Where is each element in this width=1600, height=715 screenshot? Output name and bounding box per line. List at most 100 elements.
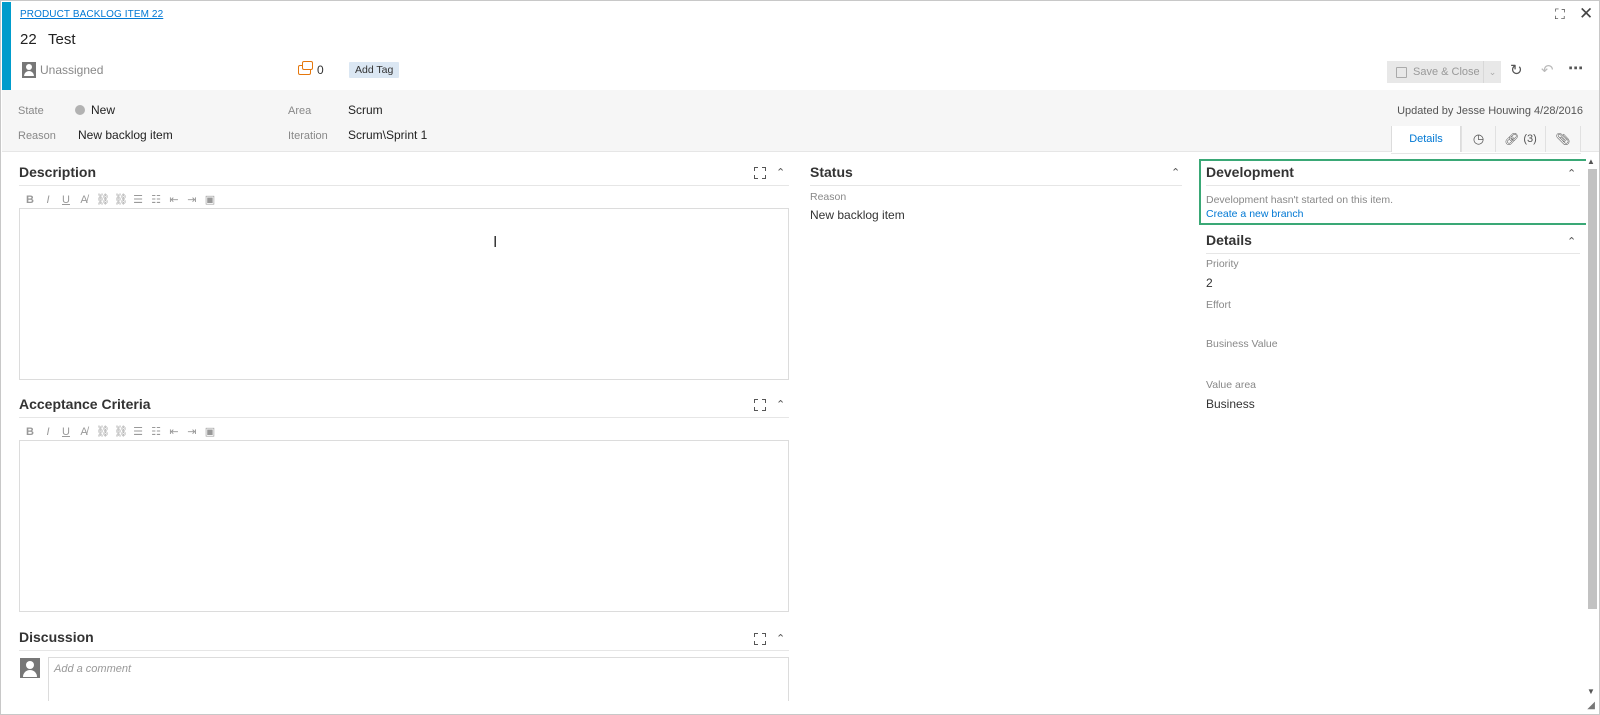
tab-links[interactable]: 🔗︎ (3) (1495, 126, 1545, 152)
business-value-label: Business Value (1206, 338, 1278, 350)
form-tabs: Details ◷ 🔗︎ (3) 📎︎ (1391, 126, 1581, 154)
tab-attachments[interactable]: 📎︎ (1545, 126, 1581, 152)
save-close-label: Save & Close (1413, 66, 1480, 78)
underline-button[interactable]: U (60, 194, 72, 206)
attachment-icon: 📎︎ (1555, 132, 1571, 146)
details-title: Details (1206, 232, 1252, 248)
acceptance-criteria-title: Acceptance Criteria (19, 396, 151, 412)
refresh-icon[interactable]: ↻ (1510, 61, 1523, 79)
scroll-down-arrow-icon[interactable]: ▼ (1587, 687, 1595, 696)
description-toolbar: B I U A̸ ⛓︎ ⛓︎ ☰ ☷ ⇤ ⇥ ▣ (24, 193, 216, 207)
link-icon[interactable]: ⛓︎ (96, 193, 110, 206)
indent-icon[interactable]: ⇥ (186, 425, 198, 438)
user-avatar-icon (22, 62, 36, 78)
collapse-chevron-icon[interactable]: ⌃ (1171, 166, 1180, 179)
collapse-chevron-icon[interactable]: ⌃ (1567, 167, 1576, 180)
italic-button[interactable]: I (42, 426, 54, 438)
numbered-list-icon[interactable]: ☷ (150, 193, 162, 206)
tab-details[interactable]: Details (1391, 126, 1461, 152)
create-branch-link[interactable]: Create a new branch (1206, 208, 1303, 220)
maximize-icon[interactable] (754, 633, 766, 645)
state-value[interactable]: New (91, 103, 115, 117)
scrollbar-thumb[interactable] (1588, 169, 1597, 609)
assigned-to-value: Unassigned (40, 63, 104, 77)
save-icon (1396, 66, 1407, 78)
assigned-to-control[interactable]: Unassigned (22, 62, 103, 78)
indent-icon[interactable]: ⇥ (186, 193, 198, 206)
highlight-icon[interactable]: A̸ (78, 426, 90, 438)
collapse-chevron-icon[interactable]: ⌃ (1567, 235, 1576, 248)
highlight-icon[interactable]: A̸ (78, 194, 90, 206)
tab-history[interactable]: ◷ (1461, 126, 1495, 152)
close-icon[interactable]: ✕ (1579, 4, 1593, 24)
value-area-value[interactable]: Business (1206, 397, 1255, 411)
acceptance-toolbar: B I U A̸ ⛓︎ ⛓︎ ☰ ☷ ⇤ ⇥ ▣ (24, 425, 216, 439)
undo-icon[interactable]: ↶ (1541, 61, 1554, 79)
work-item-id: 22 (20, 31, 37, 48)
acceptance-divider (19, 417, 789, 418)
state-label: State (18, 105, 44, 117)
link-icon: 🔗︎ (1504, 132, 1520, 146)
updated-by-text[interactable]: Updated by Jesse Houwing 4/28/2016 (1397, 105, 1583, 117)
work-item-form: PRODUCT BACKLOG ITEM 22 22 Test Unassign… (0, 0, 1600, 715)
acceptance-criteria-editor[interactable] (19, 440, 789, 612)
underline-button[interactable]: U (60, 426, 72, 438)
current-user-avatar (20, 658, 40, 678)
comment-count-value: 0 (317, 63, 324, 77)
work-item-title[interactable]: Test (48, 31, 76, 48)
area-label: Area (288, 105, 312, 117)
value-area-label: Value area (1206, 379, 1257, 391)
bold-button[interactable]: B (24, 426, 36, 438)
save-close-button[interactable]: Save & Close ⌄ (1387, 61, 1501, 83)
reason-label: Reason (18, 130, 56, 142)
comment-count[interactable]: 0 (298, 61, 324, 77)
status-title: Status (810, 164, 853, 180)
image-icon[interactable]: ▣ (204, 193, 216, 206)
bullet-list-icon[interactable]: ☰ (132, 193, 144, 206)
outdent-icon[interactable]: ⇤ (168, 425, 180, 438)
description-title: Description (19, 164, 97, 180)
image-icon[interactable]: ▣ (204, 425, 216, 438)
priority-value[interactable]: 2 (1206, 276, 1213, 290)
collapse-chevron-icon[interactable]: ⌃ (776, 398, 785, 411)
outdent-icon[interactable]: ⇤ (168, 193, 180, 206)
comments-icon (298, 61, 313, 75)
status-reason-label: Reason (810, 191, 847, 203)
bold-button[interactable]: B (24, 194, 36, 206)
text-cursor-icon: I (493, 234, 498, 251)
comment-input[interactable] (48, 657, 789, 701)
iteration-label: Iteration (288, 130, 328, 142)
collapse-chevron-icon[interactable]: ⌃ (776, 166, 785, 179)
priority-label: Priority (1206, 258, 1239, 270)
status-divider (810, 185, 1182, 186)
links-count: (3) (1523, 133, 1537, 145)
italic-button[interactable]: I (42, 194, 54, 206)
maximize-icon[interactable] (754, 167, 766, 179)
more-actions-icon[interactable]: ⋯ (1568, 59, 1583, 77)
work-item-type-color-bar (2, 2, 11, 90)
save-dropdown-chevron-icon[interactable]: ⌄ (1483, 61, 1501, 83)
bullet-list-icon[interactable]: ☰ (132, 425, 144, 438)
reason-value[interactable]: New backlog item (78, 128, 173, 142)
state-color-dot (75, 105, 85, 115)
collapse-chevron-icon[interactable]: ⌃ (776, 632, 785, 645)
development-divider (1206, 185, 1580, 186)
development-title: Development (1206, 164, 1294, 180)
unlink-icon[interactable]: ⛓︎ (114, 193, 128, 206)
description-divider (19, 185, 789, 186)
fullscreen-icon[interactable]: ⛶ (1555, 6, 1565, 23)
work-item-fields-bar (2, 90, 1599, 152)
area-value[interactable]: Scrum (348, 103, 383, 117)
comment-placeholder: Add a comment (54, 663, 132, 675)
work-item-type-link[interactable]: PRODUCT BACKLOG ITEM 22 (20, 9, 163, 20)
iteration-value[interactable]: Scrum\Sprint 1 (348, 128, 427, 142)
description-editor[interactable] (19, 208, 789, 380)
link-icon[interactable]: ⛓︎ (96, 425, 110, 438)
status-reason-value[interactable]: New backlog item (810, 208, 905, 222)
add-tag-button[interactable]: Add Tag (349, 62, 400, 78)
maximize-icon[interactable] (754, 399, 766, 411)
scroll-up-arrow-icon[interactable]: ▲ (1587, 157, 1595, 166)
unlink-icon[interactable]: ⛓︎ (114, 425, 128, 438)
resize-grip-icon[interactable]: ◢ (1587, 700, 1595, 711)
numbered-list-icon[interactable]: ☷ (150, 425, 162, 438)
